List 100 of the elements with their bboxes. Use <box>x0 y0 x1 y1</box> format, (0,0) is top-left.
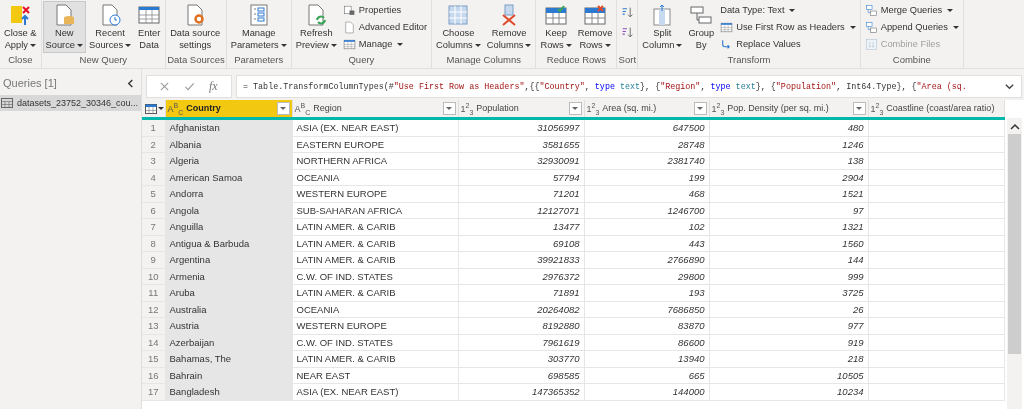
caret-icon <box>525 44 532 48</box>
table-cell: LATIN AMER. & CARIB <box>292 235 458 252</box>
table-cell: 86600 <box>584 334 709 351</box>
ribbon-button[interactable]: Remove Rows <box>574 1 616 53</box>
table-cell: OCEANIA <box>292 169 458 186</box>
column-header[interactable]: 1$^{2}$$_{3}$ Coastline (coast/area ratio) <box>868 100 1004 119</box>
ribbon-button[interactable]: Close & Apply <box>1 1 40 53</box>
pane-title: Queries [1] <box>3 77 57 89</box>
ribbon-button[interactable]: Manage Parameters <box>227 1 290 53</box>
table-cell: 144000 <box>584 383 709 400</box>
ribbon-button[interactable]: Remove Columns <box>483 1 535 53</box>
properties-icon <box>342 3 356 17</box>
table-icon <box>1 98 13 108</box>
ribbon-button[interactable]: Data source settings <box>167 1 224 53</box>
table-cell: 7961619 <box>458 334 584 351</box>
ribbon-button[interactable]: Append Queries <box>861 19 962 35</box>
table-cell: EASTERN EUROPE <box>292 136 458 153</box>
table-cell: 10505 <box>709 367 868 384</box>
caret-icon <box>952 25 959 29</box>
caret-icon <box>29 44 36 48</box>
ribbon-button[interactable]: Replace Values <box>717 36 859 52</box>
table-cell: 2904 <box>709 169 868 186</box>
ribbon-button[interactable]: Use First Row as Headers <box>717 19 859 35</box>
filter-button[interactable] <box>693 102 707 115</box>
table-cell: 7686850 <box>584 301 709 318</box>
combine-icon <box>864 37 878 51</box>
table-cell: ASIA (EX. NEAR EAST) <box>292 383 458 400</box>
check-icon[interactable] <box>184 81 195 92</box>
column-name: Country <box>186 103 222 114</box>
group-icon <box>689 3 714 27</box>
column-header[interactable]: 1$^{2}$$_{3}$ Area (sq. mi.) <box>584 100 709 119</box>
column-header[interactable]: 1$^{2}$$_{3}$ Population <box>458 100 584 119</box>
filter-button[interactable] <box>852 102 866 115</box>
ribbon-button[interactable]: Recent Sources <box>86 1 135 53</box>
table-cell: 138 <box>709 152 868 169</box>
table-cell: NORTHERN AFRICA <box>292 152 458 169</box>
column-name: Pop. Density (per sq. mi.) <box>727 103 830 114</box>
table-cell: 2381740 <box>584 152 709 169</box>
table-cell: 13940 <box>584 350 709 367</box>
table-cell: 10234 <box>709 383 868 400</box>
caret-icon <box>77 44 84 48</box>
table-cell: 20264082 <box>458 301 584 318</box>
sort-descending-icon <box>620 25 634 39</box>
query-item[interactable]: datasets_23752_30346_cou... <box>0 95 141 111</box>
filter-button[interactable] <box>442 102 456 115</box>
ribbon-button[interactable]: Advanced Editor <box>339 19 431 35</box>
caret-icon <box>280 44 287 48</box>
filter-button[interactable] <box>276 102 290 115</box>
table-cell: 31056997 <box>458 118 584 136</box>
table-cell: 71891 <box>458 284 584 301</box>
ribbon-button[interactable]: Manage <box>339 36 431 52</box>
column-header[interactable]: A$^{B}$$_{C}$ Region <box>292 100 458 119</box>
table-menu-button[interactable] <box>142 103 165 114</box>
table-cell: NEAR EAST <box>292 367 458 384</box>
fx-button[interactable]: fx <box>209 79 218 94</box>
group-label: Sort <box>618 54 637 67</box>
table-cell: 1321 <box>709 218 868 235</box>
column-header[interactable]: A$^{B}$$_{C}$ Country <box>165 100 292 119</box>
group-label: Close <box>7 54 34 67</box>
group-label: Query <box>347 54 376 67</box>
table-cell: 468 <box>584 185 709 202</box>
group-label: Manage Columns <box>445 54 522 67</box>
ribbon-button[interactable]: Enter Data <box>134 1 165 53</box>
ribbon-button[interactable]: Refresh Preview <box>292 1 340 53</box>
ribbon-button[interactable]: Properties <box>339 2 431 18</box>
ribbon-button[interactable]: New Source <box>42 1 87 53</box>
table-cell: 3581655 <box>458 136 584 153</box>
scroll-up-icon[interactable] <box>1008 122 1021 132</box>
cancel-icon[interactable] <box>159 81 170 92</box>
table-cell: WESTERN EUROPE <box>292 185 458 202</box>
append-icon <box>864 20 878 34</box>
expand-chevron-icon[interactable] <box>1004 81 1015 92</box>
table-cell: 1560 <box>709 235 868 252</box>
columns-icon <box>446 3 471 27</box>
scrollbar[interactable] <box>1007 118 1022 409</box>
ribbon-button[interactable]: Data Type: Text <box>717 2 859 18</box>
ribbon-button[interactable]: Group By <box>685 1 718 53</box>
caret-icon <box>849 25 856 29</box>
ribbon-button[interactable]: Merge Queries <box>861 2 962 18</box>
table-cell: 12127071 <box>458 202 584 219</box>
group-label: New Query <box>78 54 129 67</box>
close-apply-icon <box>8 3 33 27</box>
table-cell: 57794 <box>458 169 584 186</box>
table-cell: 8192880 <box>458 317 584 334</box>
formula-field[interactable]: = Table.TransformColumnTypes(#"Use First Row as Headers",{{"Country", type text}, {"Region", type text}, {"Population", Int64.Type}, {"Area (sq. <box>236 75 1022 98</box>
remove-rows-icon <box>583 3 607 27</box>
ribbon-button[interactable]: Split Column <box>639 1 686 53</box>
column-header[interactable]: 1$^{2}$$_{3}$ Pop. Density (per sq. mi.) <box>709 100 868 119</box>
ribbon-button[interactable]: Keep Rows <box>537 1 575 53</box>
table-cell: 1521 <box>709 185 868 202</box>
table-cell: 97 <box>709 202 868 219</box>
filter-button[interactable] <box>568 102 582 115</box>
table-cell: 102 <box>584 218 709 235</box>
sort-ascending-icon <box>620 5 634 19</box>
ribbon-button[interactable]: Choose Columns <box>433 1 484 53</box>
collapse-chevron-icon[interactable] <box>126 78 135 88</box>
table-cell: 26 <box>709 301 868 318</box>
table-cell: LATIN AMER. & CARIB <box>292 350 458 367</box>
table-cell: C.W. OF IND. STATES <box>292 268 458 285</box>
table-cell: SUB-SAHARAN AFRICA <box>292 202 458 219</box>
